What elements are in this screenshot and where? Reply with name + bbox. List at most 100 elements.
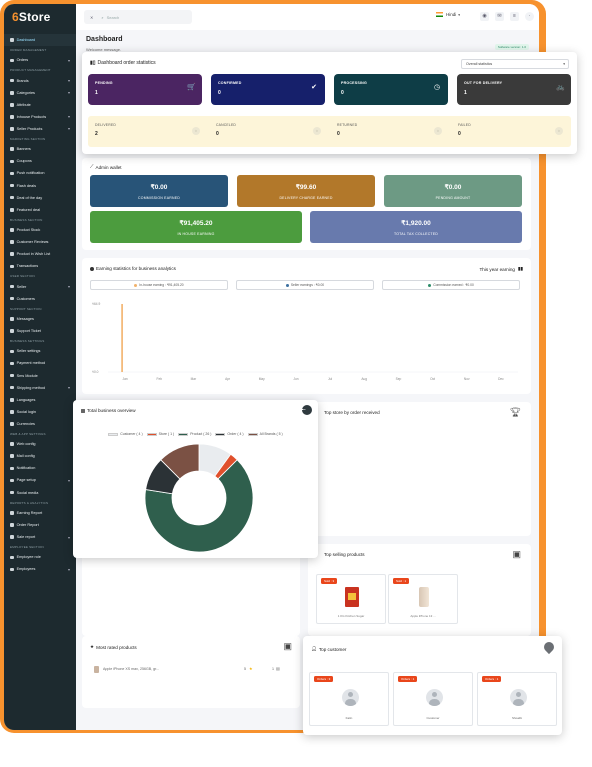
- india-flag-icon: [436, 12, 443, 17]
- order-stat-pending[interactable]: PENDING 1 🛒: [88, 74, 202, 105]
- sidebar-item-label: Customer Reviews: [16, 240, 49, 245]
- sidebar-item-social-login[interactable]: Social login: [4, 406, 76, 418]
- legend-label: Store ( 1 ): [158, 432, 175, 436]
- sidebar-item-customer-reviews[interactable]: Customer Reviews: [4, 236, 76, 248]
- message-icon[interactable]: ✉: [495, 12, 504, 21]
- overview-legend-item[interactable]: Store ( 1 ): [146, 432, 175, 436]
- sidebar-item-seller-settings[interactable]: Seller settings: [4, 345, 76, 357]
- sidebar-item-notification[interactable]: Notification: [4, 462, 76, 474]
- bar-chart-icon: ▮▮: [517, 266, 523, 271]
- top-selling-product-card[interactable]: Sold : 3 1 KG Kitchen Sugar: [316, 574, 386, 624]
- most-rated-panel: ★ Most rated products ▣ Apple iPhone XS m…: [82, 636, 300, 708]
- most-rated-row[interactable]: Apple iPhone XS max, 256GB, gr... 5 ★ 1 ▤: [94, 664, 290, 676]
- sidebar-item-brands[interactable]: Brands ▾: [4, 75, 76, 87]
- statistics-filter-select[interactable]: Overall statistics ▾: [461, 59, 569, 69]
- menu-icon: [10, 127, 14, 131]
- sidebar-item-page-setup[interactable]: Page setup ▾: [4, 474, 76, 486]
- product-thumbnail: [94, 666, 99, 673]
- sidebar-item-dashboard[interactable]: Dashboard: [4, 34, 76, 47]
- legend-label: All Brands ( 5 ): [259, 432, 283, 436]
- sidebar-item-customers[interactable]: Customers: [4, 293, 76, 305]
- sidebar-item-featured-deal[interactable]: Featured deal: [4, 204, 76, 216]
- cart-icon[interactable]: ≡: [510, 12, 519, 21]
- earning-bar[interactable]: [121, 304, 123, 372]
- sidebar-item-seller[interactable]: Seller ▾: [4, 281, 76, 293]
- sidebar-item-sms-module[interactable]: Sms Module: [4, 369, 76, 381]
- sidebar-item-languages[interactable]: Languages: [4, 394, 76, 406]
- sidebar-item-label: Employees: [16, 567, 36, 572]
- chevron-down-icon: ▾: [67, 126, 70, 132]
- year-earning[interactable]: This year earning ▮▮: [479, 266, 523, 272]
- sidebar-item-label: Banners: [16, 147, 31, 152]
- sidebar-section-heading: SUPPORT SECTION: [10, 306, 42, 311]
- sidebar-item-attribute[interactable]: Attribute: [4, 99, 76, 111]
- legend-label: Product ( 26 ): [190, 432, 212, 436]
- top-customer-card[interactable]: Orders : 3 Fatin: [309, 672, 389, 726]
- earning-legend-item[interactable]: Commission earned : ₹0.00: [382, 280, 520, 290]
- overview-title-text: Total business overview: [87, 408, 136, 413]
- sidebar-item-transactions[interactable]: Transactions: [4, 260, 76, 272]
- sidebar-item-earning-report[interactable]: Earning Report: [4, 507, 76, 519]
- sidebar-item-deal-of-the-day[interactable]: Deal of the day: [4, 192, 76, 204]
- sidebar-item-sale-report[interactable]: Sale report ▾: [4, 531, 76, 543]
- sidebar-item-product-in-wish-list[interactable]: Product in Wish List: [4, 248, 76, 260]
- x-tick-label: May: [259, 377, 265, 381]
- sidebar-section-heading: PRODUCT MANAGEMENT: [10, 68, 51, 73]
- search-input[interactable]: Search: [107, 15, 120, 20]
- top-customer-card[interactable]: Orders : 1 Shoaibi: [477, 672, 557, 726]
- order-stat-out-for-delivery[interactable]: OUT FOR DELIVERY 1 🚲: [457, 74, 571, 105]
- notification-bell-icon[interactable]: ◉: [480, 12, 489, 21]
- search-bar[interactable]: ✕ ⌕ Search: [84, 10, 192, 24]
- x-tick-label: Sep: [396, 377, 402, 381]
- sidebar-item-employee-role[interactable]: Employee role: [4, 551, 76, 563]
- close-icon[interactable]: ✕: [90, 15, 93, 20]
- sidebar-item-banners[interactable]: Banners: [4, 143, 76, 155]
- sidebar-item-currencies[interactable]: Currencies: [4, 418, 76, 430]
- legend-label: Seller earnings : ₹0.00: [290, 283, 325, 287]
- overview-legend-item[interactable]: Customer ( 4 ): [108, 432, 143, 436]
- sidebar-item-payment-method[interactable]: Payment method: [4, 357, 76, 369]
- sidebar-item-messages[interactable]: Messages: [4, 313, 76, 325]
- star-icon: ★: [249, 666, 253, 671]
- x-tick-label: Feb: [157, 377, 163, 381]
- language-selector[interactable]: Hindi ▾: [436, 12, 460, 17]
- overview-legend-item[interactable]: Product ( 26 ): [178, 432, 211, 436]
- order-stat-processing[interactable]: PROCESSING 0 ◷: [334, 74, 448, 105]
- sidebar-section-heading: MARKETING SECTION: [10, 137, 46, 142]
- order-stat-confirmed[interactable]: CONFIRMED 0 ✔: [211, 74, 325, 105]
- menu-icon: [10, 329, 14, 333]
- stat-label: PENDING: [95, 81, 113, 85]
- sidebar-item-order-report[interactable]: Order Report: [4, 519, 76, 531]
- sidebar-item-web-config[interactable]: Web config: [4, 438, 76, 450]
- menu-icon: [10, 466, 14, 471]
- wallet-amount: ₹99.60: [295, 184, 317, 191]
- top-customer-card[interactable]: Orders : 1 Customer: [393, 672, 473, 726]
- sidebar-item-seller-products[interactable]: Seller Products ▾: [4, 123, 76, 135]
- iphone-image: [419, 587, 429, 607]
- sidebar-item-employees[interactable]: Employees ▾: [4, 563, 76, 575]
- customer-name: Fatin: [345, 716, 353, 720]
- user-avatar[interactable]: ·: [525, 12, 534, 21]
- overview-legend-item[interactable]: All Brands ( 5 ): [247, 432, 283, 436]
- logo[interactable]: 6Store: [4, 4, 76, 34]
- earning-title-text: Earning statistics for business analytic…: [96, 266, 176, 271]
- coin-icon: [90, 266, 94, 271]
- sidebar-item-flash-deals[interactable]: Flash deals: [4, 180, 76, 192]
- sidebar-item-inhouse-products[interactable]: Inhouse Products ▾: [4, 111, 76, 123]
- sidebar-item-push-notification[interactable]: Push notification: [4, 167, 76, 179]
- earning-legend-item[interactable]: In-house earning : ₹91,405.20: [90, 280, 228, 290]
- sidebar-item-orders[interactable]: Orders ▾: [4, 54, 76, 66]
- sidebar-item-label: Mail config: [16, 454, 35, 459]
- sidebar-item-coupons[interactable]: Coupons: [4, 155, 76, 167]
- sidebar-item-social-media[interactable]: Social media: [4, 487, 76, 499]
- menu-icon: [10, 183, 14, 188]
- bar-chart-icon: ▮▯: [90, 60, 96, 66]
- earning-legend-item[interactable]: Seller earnings : ₹0.00: [236, 280, 374, 290]
- sidebar-item-support-ticket[interactable]: Support Ticket: [4, 325, 76, 337]
- sidebar-item-shipping-method[interactable]: Shipping method ▾: [4, 382, 76, 394]
- overview-legend-item[interactable]: Order ( 4 ): [215, 432, 244, 436]
- sidebar-item-product-stock[interactable]: Product Stock: [4, 224, 76, 236]
- sidebar-item-mail-config[interactable]: Mail config: [4, 450, 76, 462]
- top-selling-product-card[interactable]: Sold : 1 Apple iPhone 13 ...: [388, 574, 458, 624]
- sidebar-item-categories[interactable]: Categories ▾: [4, 87, 76, 99]
